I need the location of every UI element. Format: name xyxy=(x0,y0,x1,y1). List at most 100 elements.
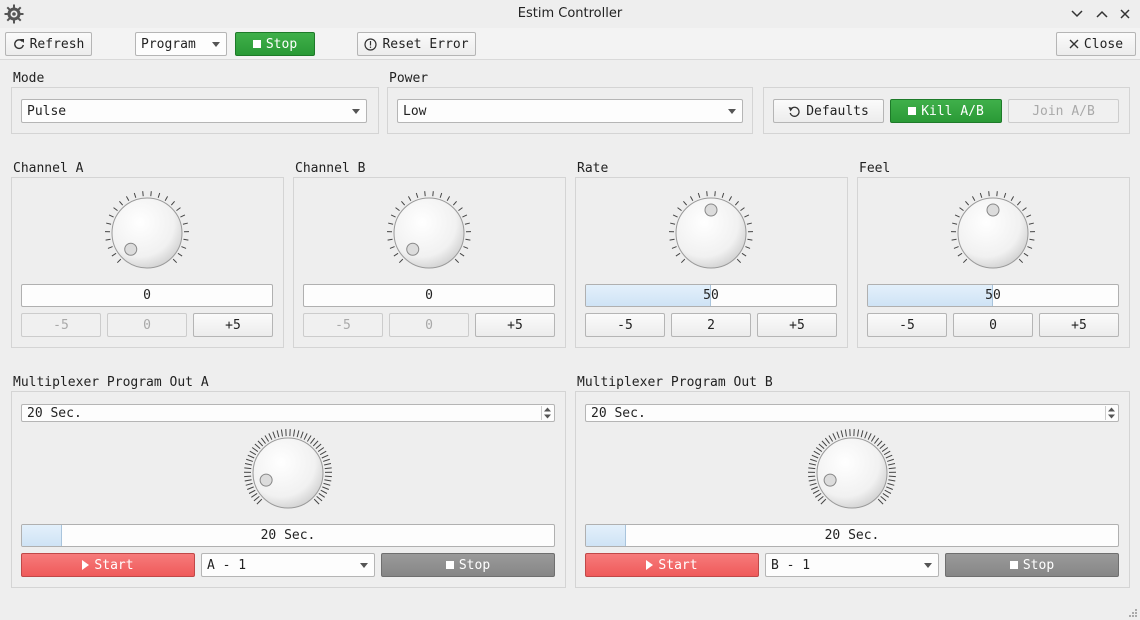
knob-tick xyxy=(745,246,751,249)
knob-tick xyxy=(439,192,443,198)
knob-tick xyxy=(680,258,686,264)
knob-tick xyxy=(883,450,891,456)
channel-a-plus-button[interactable]: +5 xyxy=(193,313,273,337)
mux-b-channel-select[interactable]: B - 1 xyxy=(765,553,939,577)
knob-body[interactable] xyxy=(252,437,324,509)
window-close-button[interactable] xyxy=(1116,5,1134,23)
feel-step-button[interactable]: 0 xyxy=(953,313,1033,337)
channel-b-minus-button[interactable]: -5 xyxy=(303,313,383,337)
defaults-button[interactable]: Defaults xyxy=(773,99,884,123)
knob-tick xyxy=(884,489,892,494)
knob-tick xyxy=(260,437,266,444)
knob-tick xyxy=(181,246,187,249)
maximize-button[interactable] xyxy=(1093,5,1111,23)
rate-minus-button[interactable]: -5 xyxy=(585,313,665,337)
channel-a-knob[interactable] xyxy=(103,189,191,277)
stop-button[interactable]: Stop xyxy=(235,32,315,56)
kill-ab-button[interactable]: Kill A/B xyxy=(890,99,1002,123)
knob-tick xyxy=(840,430,844,438)
knob-tick xyxy=(734,201,739,206)
knob-tick xyxy=(886,486,893,490)
knob-body[interactable] xyxy=(816,437,888,509)
mux-b-duration-spinbox[interactable]: 20 Sec. xyxy=(585,404,1119,422)
knob-tick xyxy=(280,429,283,437)
knob-tick xyxy=(125,196,130,201)
rate-plus-button[interactable]: +5 xyxy=(757,313,837,337)
knob-tick xyxy=(458,207,463,212)
knob-tick xyxy=(324,479,332,482)
resize-grip-icon[interactable] xyxy=(1128,608,1138,618)
channel-b-knob[interactable] xyxy=(385,189,473,277)
feel-label: Feel xyxy=(859,161,891,176)
knob-body[interactable] xyxy=(111,197,183,269)
feel-value: 50 xyxy=(985,288,1001,303)
mux-a-start-button[interactable]: Start xyxy=(21,553,195,577)
refresh-icon xyxy=(13,39,24,50)
mux-b-knob[interactable] xyxy=(806,427,898,519)
channel-b-plus-button[interactable]: +5 xyxy=(475,313,555,337)
knob-tick xyxy=(672,214,678,218)
feel-plus-button[interactable]: +5 xyxy=(1039,313,1119,337)
knob-tick xyxy=(254,443,261,450)
refresh-button[interactable]: Refresh xyxy=(5,32,92,56)
mux-a-knob[interactable] xyxy=(242,427,334,519)
join-ab-button[interactable]: Join A/B xyxy=(1008,99,1119,123)
knob-tick xyxy=(244,475,252,478)
channel-a-value-field[interactable]: 0 xyxy=(21,284,273,307)
knob-tick xyxy=(105,238,111,241)
mux-a-duration-spinbox[interactable]: 20 Sec. xyxy=(21,404,555,422)
rate-step-button[interactable]: 2 xyxy=(671,313,751,337)
knob-tick xyxy=(251,493,258,498)
mux-b-stop-button[interactable]: Stop xyxy=(945,553,1119,577)
mode-select[interactable]: Pulse xyxy=(21,99,367,123)
knob-tick xyxy=(272,431,276,439)
reset-error-button[interactable]: Reset Error xyxy=(357,32,476,56)
channel-b-step-button[interactable]: 0 xyxy=(389,313,469,337)
close-button[interactable]: Close xyxy=(1056,32,1136,56)
mux-b-start-button[interactable]: Start xyxy=(585,553,759,577)
play-icon xyxy=(82,560,90,570)
knob-body[interactable] xyxy=(393,197,465,269)
knob-tick xyxy=(248,489,256,494)
spin-arrows-icon[interactable] xyxy=(1105,406,1116,420)
program-select[interactable]: Program xyxy=(135,32,227,56)
knob-tick xyxy=(312,440,319,447)
knob-tick xyxy=(393,252,399,257)
mux-a-channel-select[interactable]: A - 1 xyxy=(201,553,375,577)
knob-tick xyxy=(116,258,122,264)
power-select[interactable]: Low xyxy=(397,99,743,123)
knob-tick xyxy=(888,475,896,478)
feel-minus-button[interactable]: -5 xyxy=(867,313,947,337)
knob-tick xyxy=(244,467,252,470)
knob-tick xyxy=(870,435,876,442)
channel-b-value-field[interactable]: 0 xyxy=(303,284,555,307)
knob-tick xyxy=(390,214,396,218)
minimize-button[interactable] xyxy=(1068,5,1086,23)
mode-label: Mode xyxy=(13,71,45,86)
knob-tick xyxy=(959,207,964,212)
rate-value-field[interactable]: 50 xyxy=(585,284,837,307)
feel-knob[interactable] xyxy=(949,189,1037,277)
channel-a-step-button[interactable]: 0 xyxy=(107,313,187,337)
knob-tick xyxy=(142,191,144,197)
feel-value-field[interactable]: 50 xyxy=(867,284,1119,307)
knob-tick xyxy=(881,447,889,452)
knob-tick xyxy=(324,467,332,470)
knob-tick xyxy=(953,246,959,249)
knob-tick xyxy=(164,196,169,201)
dropdown-arrow-icon xyxy=(352,109,360,114)
spin-arrows-icon[interactable] xyxy=(541,406,552,420)
knob-tick xyxy=(310,437,316,444)
channel-a-minus-button[interactable]: -5 xyxy=(21,313,101,337)
knob-tick xyxy=(319,450,327,456)
knob-tick xyxy=(744,214,750,218)
knob-tick xyxy=(172,258,178,264)
restore-icon xyxy=(788,106,800,117)
rate-knob[interactable] xyxy=(667,189,755,277)
knob-tick xyxy=(465,238,471,241)
channel-a-value: 0 xyxy=(143,288,151,303)
knob-tick xyxy=(454,258,460,264)
mux-a-stop-button[interactable]: Stop xyxy=(381,553,555,577)
knob-tick xyxy=(111,252,117,257)
knob-indicator xyxy=(704,203,718,217)
